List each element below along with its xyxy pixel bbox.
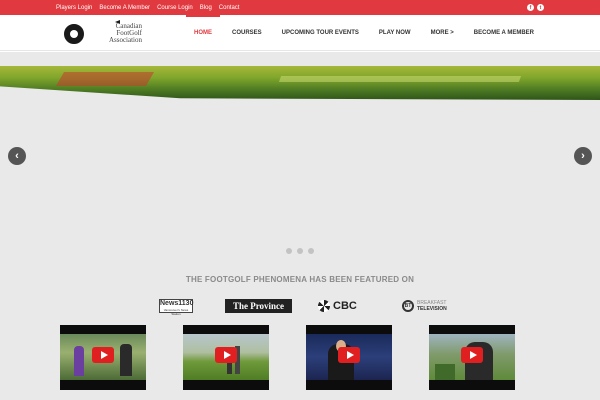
news1130-name: News1130 [160,300,194,307]
slider-pagination [286,248,314,254]
social-links: f t [527,4,544,11]
site-logo[interactable]: Canadian FootGolf Association [64,20,144,46]
video-row [0,325,600,390]
soccer-ball-icon [64,24,84,44]
logo-text: Canadian FootGolf Association [86,23,142,44]
cbc-gem-icon [318,300,330,312]
top-links: Players Login Become A Member Course Log… [56,0,239,15]
featured-title: THE FOOTGOLF PHENOMENA HAS BEEN FEATURED… [185,275,415,284]
twitter-icon[interactable]: t [537,4,544,11]
slider-dot[interactable] [297,248,303,254]
video-thumbnail[interactable] [429,325,515,390]
featured-section: THE FOOTGOLF PHENOMENA HAS BEEN FEATURED… [0,260,600,400]
video-thumbnail[interactable] [60,325,146,390]
slider-next-button[interactable]: › [574,147,592,165]
video-thumbnail[interactable] [306,325,392,390]
facebook-icon[interactable]: f [527,4,534,11]
play-icon[interactable] [92,347,114,363]
media-logos: News1130 Vancouver's News Station The Pr… [0,296,600,316]
hero-slider: ‹ › [0,52,600,260]
news1130-tagline: Vancouver's News Station [163,308,189,316]
slide-image [0,66,600,100]
top-bar: Players Login Become A Member Course Log… [0,0,600,15]
course-login-link[interactable]: Course Login [157,5,193,11]
nav-item-upcoming-tour-events[interactable]: UPCOMING TOUR EVENTS [272,15,369,51]
players-login-link[interactable]: Players Login [56,5,92,11]
slider-dot[interactable] [308,248,314,254]
video-thumbnail[interactable] [183,325,269,390]
play-icon[interactable] [338,347,360,363]
cbc-logo: CBC [318,298,357,314]
the-province-logo: The Province [225,299,292,313]
play-icon[interactable] [461,347,483,363]
bt-mark: BT [402,300,414,312]
logo-line: Association [108,36,142,44]
slider-dot[interactable] [286,248,292,254]
play-icon[interactable] [215,347,237,363]
become-member-link[interactable]: Become A Member [99,5,150,11]
bt-wordmark: BREAKFAST TELEVISION [417,300,447,312]
slider-prev-button[interactable]: ‹ [8,147,26,165]
main-nav: HOME COURSES UPCOMING TOUR EVENTS PLAY N… [184,15,544,51]
nav-item-home[interactable]: HOME [184,15,222,51]
nav-item-become-a-member[interactable]: BECOME A MEMBER [464,15,544,51]
cbc-name: CBC [333,300,357,312]
contact-link[interactable]: Contact [219,5,240,11]
breakfast-television-logo: BT BREAKFAST TELEVISION [402,298,447,314]
news1130-logo: News1130 Vancouver's News Station [159,299,194,316]
nav-item-play-now[interactable]: PLAY NOW [369,15,421,51]
nav-item-more[interactable]: MORE > [421,15,464,51]
blog-link[interactable]: Blog [200,5,212,11]
nav-item-courses[interactable]: COURSES [222,15,272,51]
bt-line2: TELEVISION [417,306,447,312]
